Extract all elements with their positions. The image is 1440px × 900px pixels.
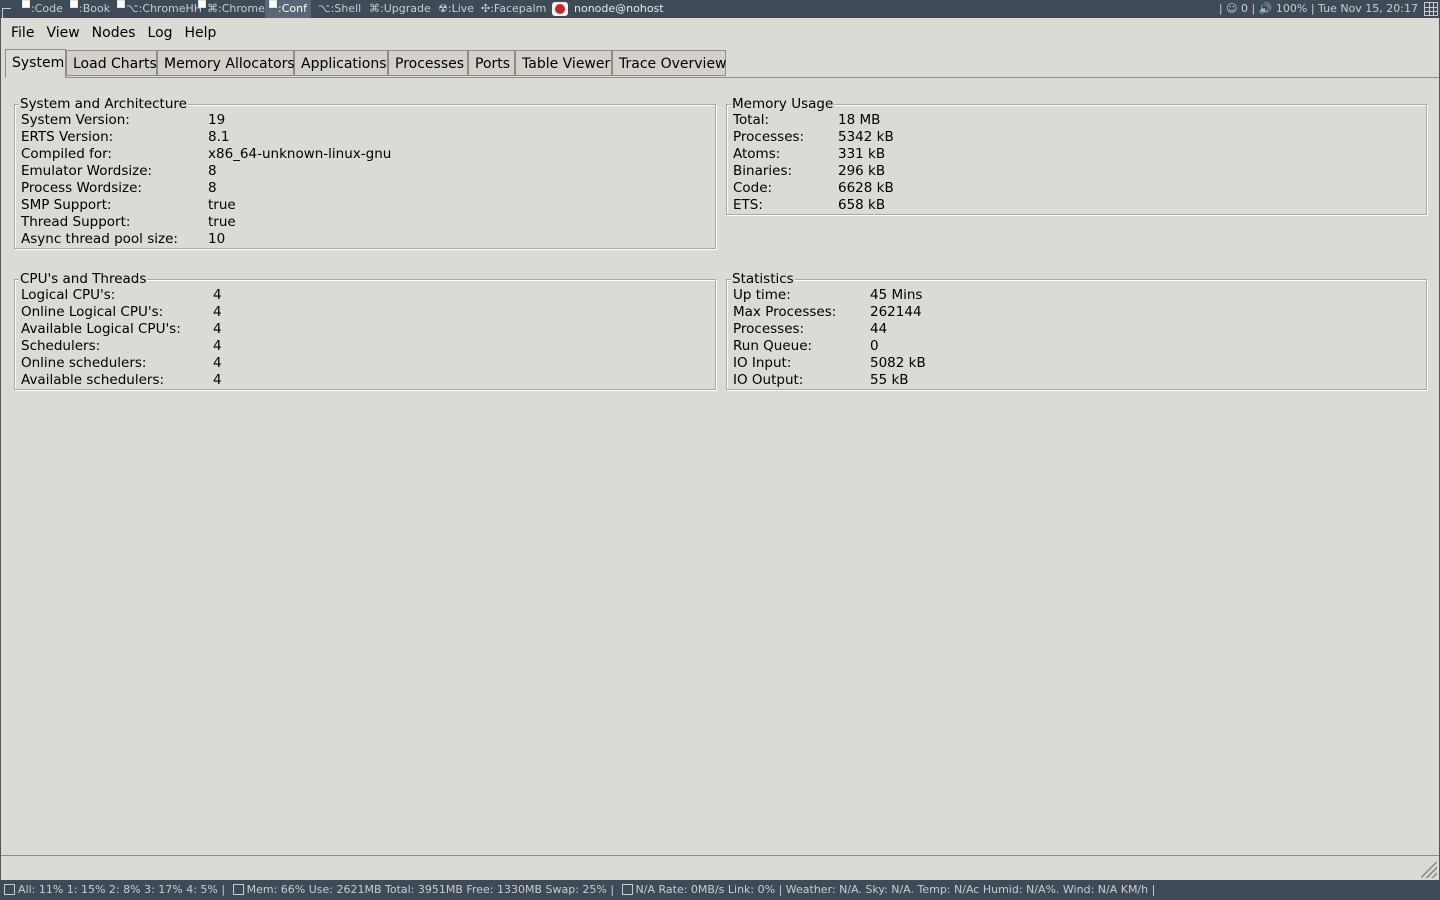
tab-trace-overview[interactable]: Trace Overview — [612, 50, 727, 76]
menu-file[interactable]: File — [5, 22, 40, 44]
panel-title: Memory Usage — [731, 96, 835, 113]
workspace-facepalm[interactable]: ✣:Facepalm — [477, 0, 550, 18]
window-icon — [117, 0, 125, 8]
resize-grip-icon[interactable] — [1421, 862, 1437, 878]
memory-icon — [232, 883, 244, 895]
panel-title: System and Architecture — [19, 96, 188, 113]
system-tray: | ☺ 0 | 🔊 100% | Tue Nov 15, 20:17 — [1218, 2, 1418, 15]
tab-applications[interactable]: Applications — [294, 50, 388, 76]
observer-window: File View Nodes Log Help System Load Charts … — [0, 18, 1440, 881]
system-architecture-panel: System and Architecture System Version: 1… — [14, 96, 716, 249]
window-icon — [269, 0, 277, 8]
panel-title: Statistics — [731, 271, 795, 288]
workspace-shell[interactable]: ⌥:Shell — [314, 0, 365, 18]
workspace-chromehh[interactable]: ⌥:ChromeHH — [113, 0, 206, 18]
tab-ports[interactable]: Ports — [468, 50, 515, 76]
menu-nodes[interactable]: Nodes — [86, 22, 142, 44]
wm-top-bar: :Code :Book ⌥:ChromeHH ⌘:ChromeE :Conf ⌥… — [0, 0, 1440, 19]
window-icon — [22, 0, 30, 8]
network-icon — [621, 883, 633, 895]
tab-system[interactable]: System — [5, 49, 66, 78]
panel-title: CPU's and Threads — [19, 271, 148, 288]
tab-processes[interactable]: Processes — [388, 50, 468, 76]
network-weather-stats: N/A Rate: 0MB/s Link: 0% | Weather: N/A.… — [635, 883, 1156, 896]
window-title: nonode@nohost — [574, 2, 664, 15]
memory-stats: Mem: 66% Use: 2621MB Total: 3951MB Free:… — [246, 883, 615, 896]
workspace-chromee[interactable]: ⌘:ChromeE — [194, 0, 276, 18]
app-icon — [552, 2, 568, 16]
menu-view[interactable]: View — [40, 22, 85, 44]
menu-log[interactable]: Log — [142, 22, 179, 44]
workspace-upgrade[interactable]: ⌘:Upgrade — [365, 0, 435, 18]
cpu-stats: All: 11% 1: 15% 2: 8% 3: 17% 4: 5% | — [18, 883, 226, 896]
tab-load-charts[interactable]: Load Charts — [66, 50, 157, 76]
statistics-panel: Statistics Up time: 45 Mins Max Processes… — [726, 271, 1427, 390]
workspace-conf[interactable]: :Conf — [265, 0, 311, 18]
tab-table-viewer[interactable]: Table Viewer — [515, 50, 612, 76]
tab-memory-allocators[interactable]: Memory Allocators — [157, 50, 295, 76]
menu-bar: File View Nodes Log Help — [1, 22, 222, 44]
layout-grid-icon[interactable] — [1424, 2, 1438, 16]
cpu-icon — [4, 883, 15, 895]
cpu-threads-panel: CPU's and Threads Logical CPU's: 4 Online… — [14, 271, 716, 390]
status-divider — [1, 855, 1439, 856]
window-icon — [198, 0, 206, 8]
workspace-book[interactable]: :Book — [66, 0, 114, 18]
menu-help[interactable]: Help — [179, 22, 223, 44]
tab-divider — [65, 77, 1439, 78]
window-icon — [70, 0, 78, 8]
workspace-live[interactable]: ☢:Live — [434, 0, 478, 18]
workspace-code[interactable]: :Code — [18, 0, 67, 18]
memory-usage-panel: Memory Usage Total: 18 MB Processes: 5342 … — [726, 96, 1427, 215]
wm-status-bar: All: 11% 1: 15% 2: 8% 3: 17% 4: 5% | Mem… — [0, 880, 1440, 900]
